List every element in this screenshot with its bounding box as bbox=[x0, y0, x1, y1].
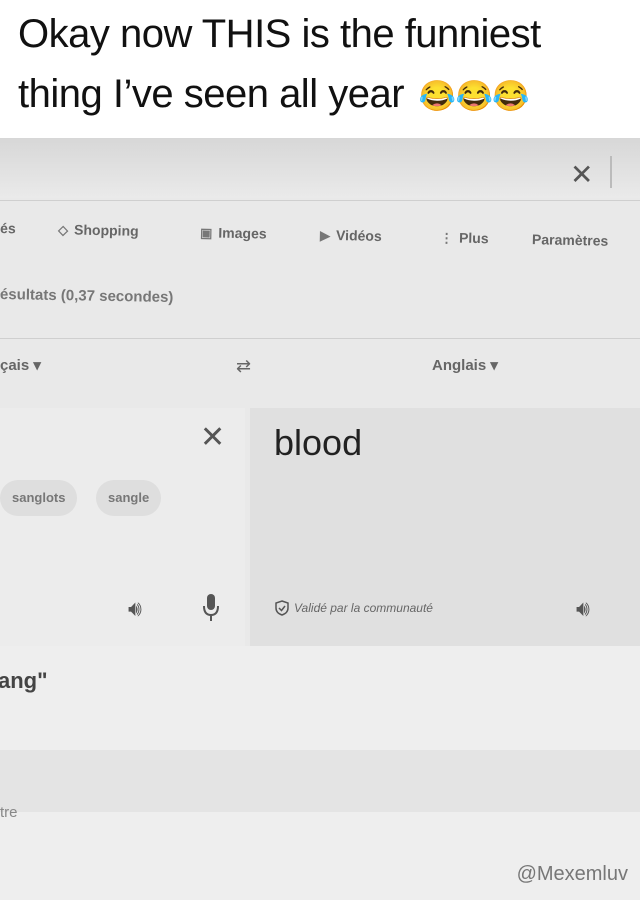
clear-search-icon[interactable]: ✕ bbox=[570, 158, 593, 191]
dictionary-band bbox=[0, 750, 640, 812]
divider bbox=[0, 200, 640, 201]
swap-icon[interactable]: ⇄ bbox=[236, 356, 251, 377]
more-vertical-icon: ⋮ bbox=[439, 230, 454, 246]
divider bbox=[0, 338, 640, 339]
suggestion-chip[interactable]: sangle bbox=[96, 480, 162, 516]
search-bar-area bbox=[0, 138, 640, 198]
tab-videos-label: Vidéos bbox=[335, 227, 382, 244]
chevron-down-icon: ▾ bbox=[33, 357, 41, 374]
tab-images[interactable]: ▣ Images bbox=[200, 224, 267, 242]
language-selector-row: çais ▾ ⇄ Anglais ▾ bbox=[0, 356, 640, 386]
speaker-icon[interactable]: 🔊︎ bbox=[576, 596, 590, 622]
tab-images-label: Images bbox=[218, 224, 267, 242]
clear-source-icon[interactable]: ✕ bbox=[200, 420, 225, 455]
microphone-icon[interactable] bbox=[201, 593, 221, 628]
dictionary-word: ang" bbox=[0, 668, 48, 693]
tab-all[interactable]: és bbox=[0, 220, 16, 236]
source-language-select[interactable]: çais ▾ bbox=[0, 356, 41, 374]
speaker-icon[interactable]: 🔊︎ bbox=[128, 596, 142, 622]
caption-line-1: Okay now THIS is the funniest bbox=[18, 12, 541, 56]
video-icon: ▶ bbox=[319, 227, 331, 243]
tab-shopping[interactable]: ◇ Shopping bbox=[58, 221, 139, 240]
tag-icon: ◇ bbox=[57, 222, 69, 238]
chevron-down-icon: ▾ bbox=[490, 357, 498, 374]
image-icon: ▣ bbox=[199, 225, 213, 241]
caption-line-2-text: thing I’ve seen all year bbox=[18, 72, 405, 116]
target-language-select[interactable]: Anglais ▾ bbox=[432, 356, 498, 374]
source-language-label: çais bbox=[0, 357, 30, 374]
verified-label: Validé par la communauté bbox=[294, 601, 433, 615]
tab-more-label: Plus bbox=[458, 229, 489, 247]
target-language-label: Anglais bbox=[432, 357, 487, 374]
tab-settings[interactable]: Paramètres bbox=[532, 231, 609, 249]
meme-caption: Okay now THIS is the funniest thing I’ve… bbox=[0, 0, 640, 138]
dictionary-subtext: tre bbox=[0, 804, 18, 821]
translated-text: blood bbox=[274, 422, 363, 463]
search-tabs: és ◇ Shopping ▣ Images ▶ Vidéos ⋮ Plus Param… bbox=[0, 220, 640, 263]
caption-line-2: thing I’ve seen all year 😂😂😂 bbox=[18, 72, 530, 117]
photographed-screen: ✕ és ◇ Shopping ▣ Images ▶ Vidéos ⋮ Plus Par… bbox=[0, 138, 640, 900]
tab-videos[interactable]: ▶ Vidéos bbox=[320, 227, 382, 245]
search-divider bbox=[610, 156, 612, 188]
tab-shopping-label: Shopping bbox=[73, 221, 139, 239]
results-count: ésultats (0,37 secondes) bbox=[0, 286, 174, 307]
watermark: @Mexemluv bbox=[516, 863, 628, 885]
laughing-emoji-icon: 😂😂😂 bbox=[418, 79, 530, 113]
tab-more[interactable]: ⋮ Plus bbox=[440, 229, 489, 247]
suggestion-chip[interactable]: sanglots bbox=[0, 480, 78, 516]
verified-shield-icon bbox=[274, 600, 290, 621]
